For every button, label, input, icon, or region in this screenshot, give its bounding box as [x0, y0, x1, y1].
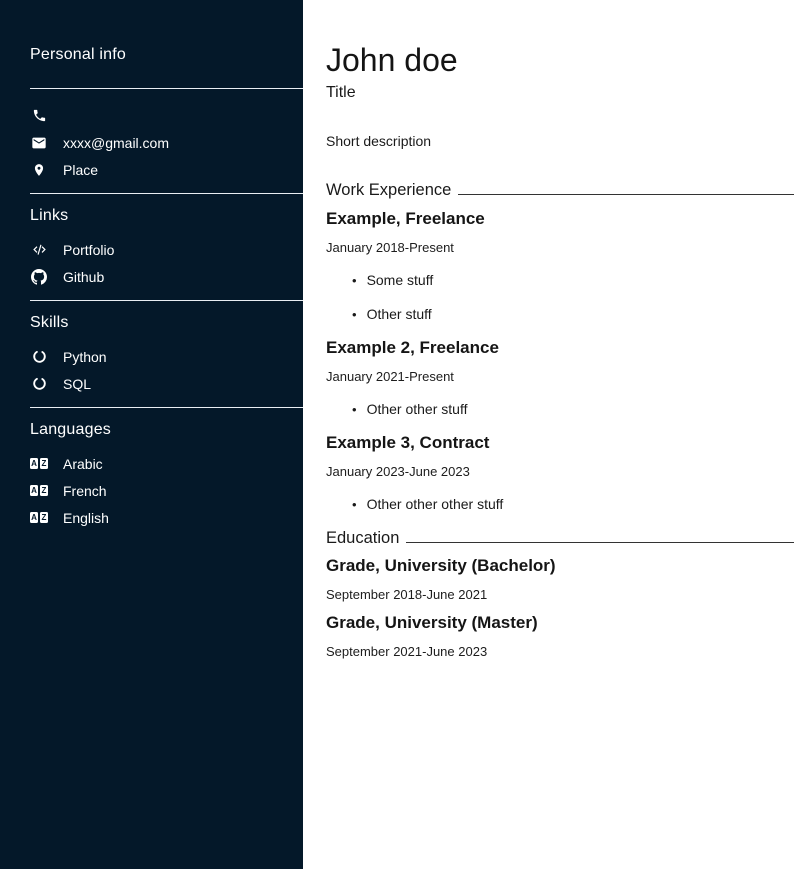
link-row-github[interactable]: Github — [30, 263, 303, 290]
work-entry-title: Example, Freelance — [326, 209, 794, 228]
bullet-item: Some stuff — [352, 273, 794, 288]
work-experience-heading: Work Experience — [326, 181, 451, 199]
skill-row: SQL — [30, 370, 303, 397]
bullet-item: Other other stuff — [352, 402, 794, 417]
skills-heading: Skills — [30, 314, 303, 332]
education-entry-title: Grade, University (Bachelor) — [326, 556, 794, 575]
email-link[interactable]: xxxx@gmail.com — [63, 135, 169, 151]
work-entry-period: January 2018-Present — [326, 241, 794, 255]
person-name: John doe — [326, 44, 794, 77]
work-entry-period: January 2023-June 2023 — [326, 465, 794, 479]
divider — [30, 300, 303, 301]
language-row: AZ French — [30, 477, 303, 504]
section-header-work-experience: Work Experience — [326, 181, 794, 199]
language-icon: AZ — [30, 509, 48, 527]
links-list: Portfolio Github — [30, 236, 303, 290]
skill-row: Python — [30, 343, 303, 370]
work-entry: Example 2, Freelance January 2021-Presen… — [326, 338, 794, 417]
location-pin-icon — [30, 161, 48, 179]
sidebar: Personal info xxxx@gmail.com Place Links… — [0, 0, 303, 869]
person-title: Title — [326, 84, 794, 101]
circle-notch-icon — [30, 348, 48, 366]
personal-info-heading: Personal info — [30, 46, 303, 64]
education-entry-period: September 2018-June 2021 — [326, 588, 794, 602]
divider — [30, 88, 303, 89]
language-label: Arabic — [63, 456, 103, 472]
language-icon: AZ — [30, 482, 48, 500]
skill-label: SQL — [63, 376, 91, 392]
section-rule — [458, 194, 794, 195]
section-header-education: Education — [326, 529, 794, 547]
language-label: English — [63, 510, 109, 526]
education-heading: Education — [326, 529, 399, 547]
portfolio-link[interactable]: Portfolio — [63, 242, 114, 258]
divider — [30, 407, 303, 408]
language-row: AZ English — [30, 504, 303, 531]
divider — [30, 193, 303, 194]
skill-label: Python — [63, 349, 107, 365]
education-entry-title: Grade, University (Master) — [326, 613, 794, 632]
link-row-portfolio[interactable]: Portfolio — [30, 236, 303, 263]
phone-icon — [30, 107, 48, 125]
place-value: Place — [63, 162, 98, 178]
work-entry-bullets: Other other stuff — [326, 402, 794, 417]
work-entry: Example, Freelance January 2018-Present … — [326, 209, 794, 322]
section-rule — [406, 542, 794, 543]
skills-list: Python SQL — [30, 343, 303, 397]
work-entry: Example 3, Contract January 2023-June 20… — [326, 433, 794, 512]
short-description: Short description — [326, 134, 794, 149]
language-row: AZ Arabic — [30, 450, 303, 477]
bullet-item: Other other other stuff — [352, 497, 794, 512]
contact-row-email: xxxx@gmail.com — [30, 129, 303, 156]
github-link[interactable]: Github — [63, 269, 104, 285]
language-icon: AZ — [30, 455, 48, 473]
work-entry-title: Example 2, Freelance — [326, 338, 794, 357]
work-entry-period: January 2021-Present — [326, 370, 794, 384]
contact-row-phone — [30, 102, 303, 129]
education-entry: Grade, University (Bachelor) September 2… — [326, 556, 794, 602]
work-entry-title: Example 3, Contract — [326, 433, 794, 452]
envelope-icon — [30, 134, 48, 152]
languages-list: AZ Arabic AZ French AZ English — [30, 450, 303, 531]
education-entry: Grade, University (Master) September 202… — [326, 613, 794, 659]
links-heading: Links — [30, 207, 303, 225]
education-entry-period: September 2021-June 2023 — [326, 645, 794, 659]
code-icon — [30, 241, 48, 259]
work-entry-bullets: Some stuff Other stuff — [326, 273, 794, 322]
work-entry-bullets: Other other other stuff — [326, 497, 794, 512]
resume-body: John doe Title Short description Work Ex… — [303, 0, 794, 869]
circle-notch-icon — [30, 375, 48, 393]
languages-heading: Languages — [30, 421, 303, 439]
bullet-item: Other stuff — [352, 307, 794, 322]
language-label: French — [63, 483, 107, 499]
contact-row-place: Place — [30, 156, 303, 183]
github-icon — [30, 268, 48, 286]
